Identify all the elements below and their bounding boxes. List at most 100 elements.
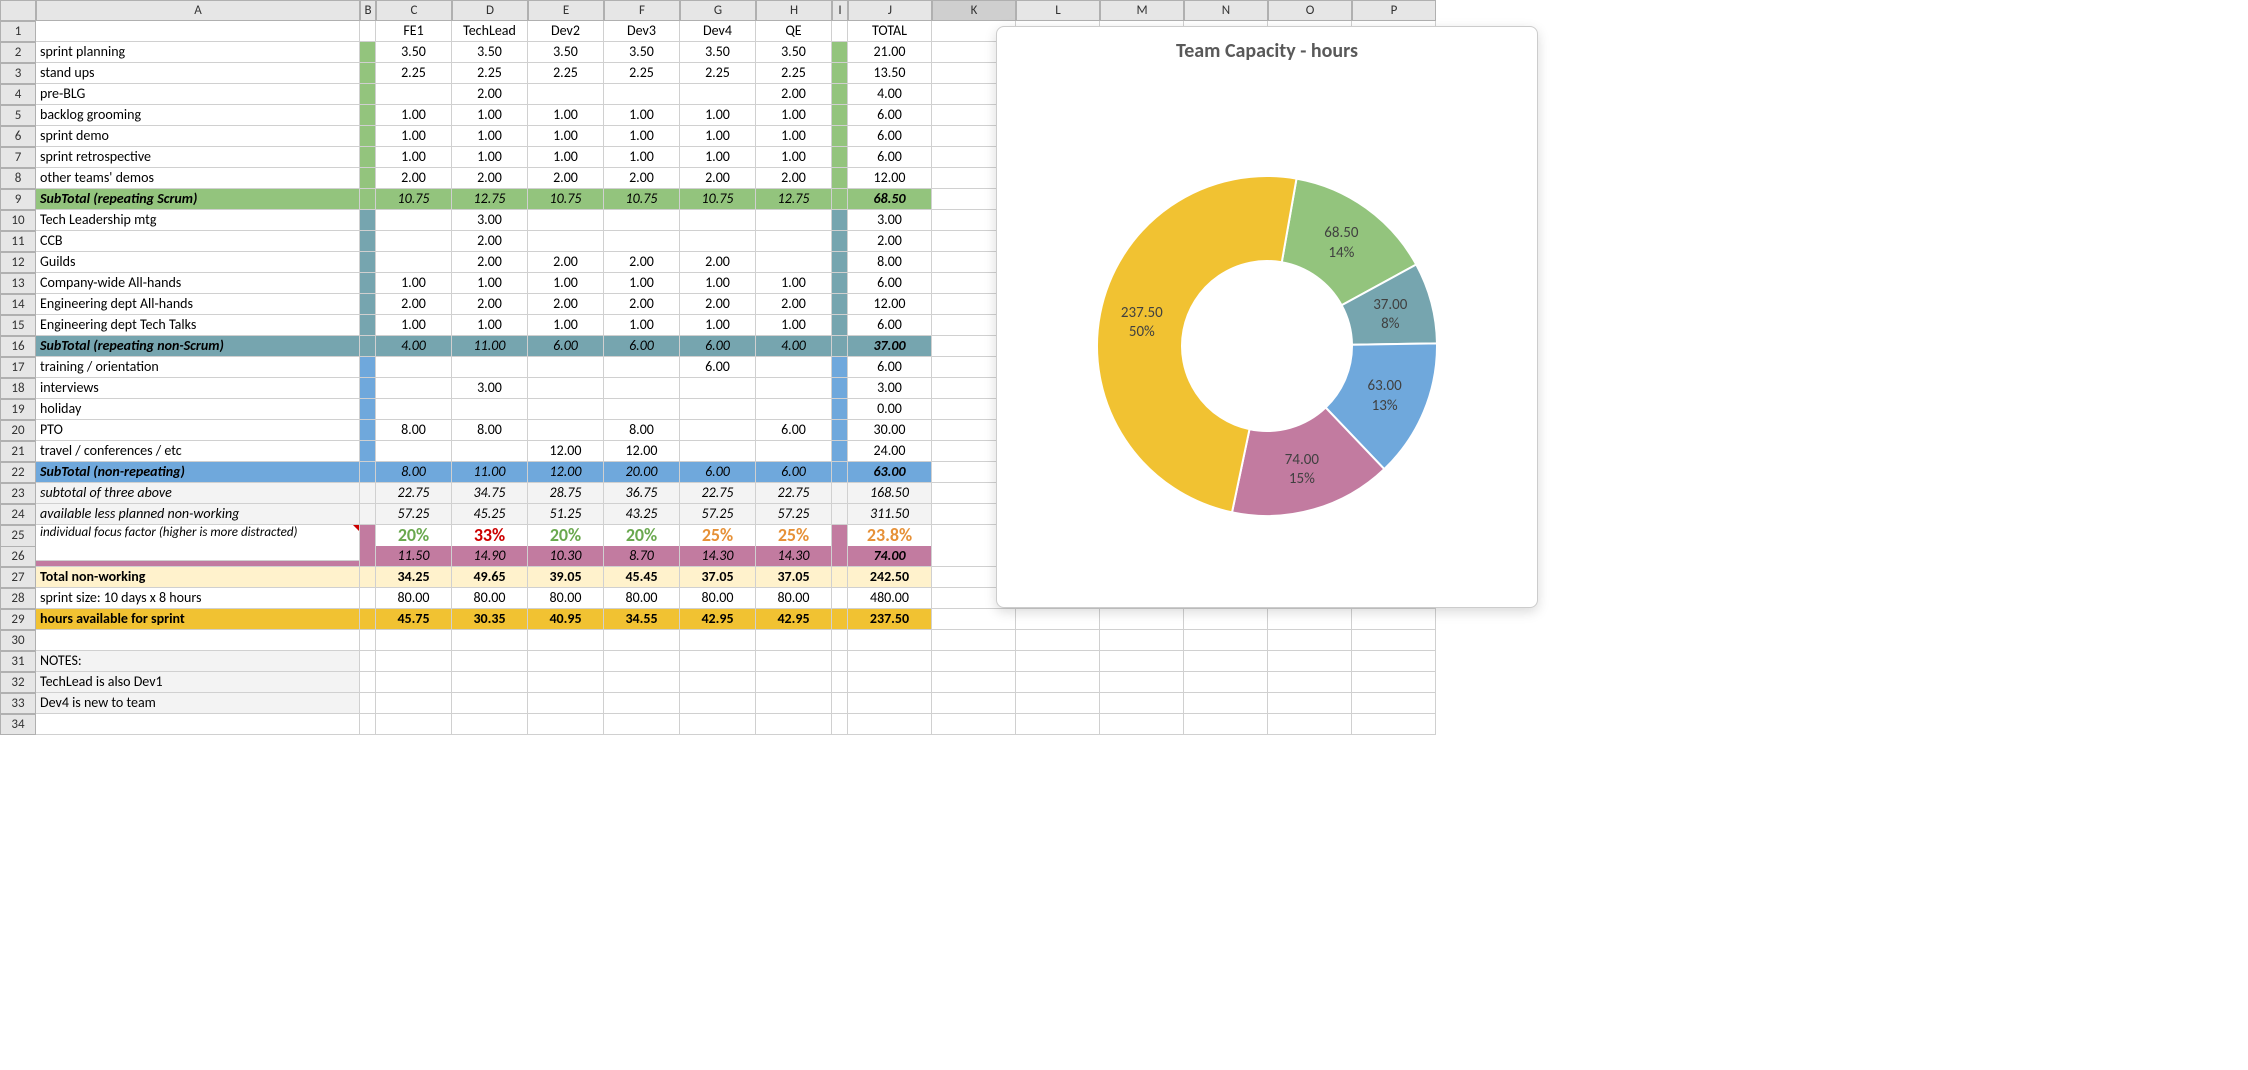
cell[interactable]: 57.25	[376, 504, 452, 525]
cell[interactable]: 34.25	[376, 567, 452, 588]
cell[interactable]: 2.25	[756, 63, 832, 84]
row-label[interactable]: available less planned non-working	[36, 504, 360, 525]
cell-total[interactable]: 3.00	[848, 210, 932, 231]
cell[interactable]: 2.25	[376, 63, 452, 84]
cell[interactable]	[756, 441, 832, 462]
row-label[interactable]: backlog grooming	[36, 105, 360, 126]
cell[interactable]	[604, 378, 680, 399]
cell[interactable]: 45.25	[452, 504, 528, 525]
col-header[interactable]: K	[932, 0, 1016, 21]
table-header[interactable]: Dev3	[604, 21, 680, 42]
cell[interactable]: 1.00	[528, 315, 604, 336]
cell[interactable]: 3.50	[604, 42, 680, 63]
cell[interactable]: 2.25	[680, 63, 756, 84]
row-label[interactable]: CCB	[36, 231, 360, 252]
cell-total[interactable]: 3.00	[848, 378, 932, 399]
cell[interactable]: 1.00	[756, 147, 832, 168]
cell[interactable]: 2.00	[680, 294, 756, 315]
cell[interactable]: 1.00	[376, 105, 452, 126]
cell[interactable]: 1.00	[376, 315, 452, 336]
col-header[interactable]: F	[604, 0, 680, 21]
cell[interactable]: 3.50	[756, 42, 832, 63]
cell[interactable]: 3.50	[680, 42, 756, 63]
cell[interactable]: 10.75	[376, 189, 452, 210]
cell[interactable]: 22.75	[756, 483, 832, 504]
cell[interactable]: 14.90	[452, 546, 528, 567]
cell[interactable]: 14.30	[680, 546, 756, 567]
col-header[interactable]: P	[1352, 0, 1436, 21]
cell[interactable]: 2.00	[604, 168, 680, 189]
cell-total[interactable]: 6.00	[848, 126, 932, 147]
cell[interactable]: 1.00	[604, 147, 680, 168]
cell[interactable]	[376, 84, 452, 105]
cell[interactable]	[604, 231, 680, 252]
cell[interactable]	[376, 231, 452, 252]
cell[interactable]	[756, 231, 832, 252]
cell[interactable]: 28.75	[528, 483, 604, 504]
col-header[interactable]: L	[1016, 0, 1100, 21]
cell[interactable]: 30.35	[452, 609, 528, 630]
cell[interactable]	[680, 378, 756, 399]
cell[interactable]: 1.00	[604, 315, 680, 336]
cell[interactable]: 80.00	[376, 588, 452, 609]
cell[interactable]: 2.00	[528, 252, 604, 273]
table-header[interactable]: TOTAL	[848, 21, 932, 42]
cell-total[interactable]: 2.00	[848, 231, 932, 252]
cell[interactable]	[756, 210, 832, 231]
cell[interactable]: 8.00	[452, 420, 528, 441]
cell[interactable]: 1.00	[528, 126, 604, 147]
cell-total[interactable]: 74.00	[848, 546, 932, 567]
cell[interactable]	[756, 378, 832, 399]
cell[interactable]: 45.45	[604, 567, 680, 588]
row-label[interactable]: travel / conferences / etc	[36, 441, 360, 462]
cell[interactable]: 80.00	[680, 588, 756, 609]
cell[interactable]: 1.00	[756, 126, 832, 147]
col-header[interactable]: C	[376, 0, 452, 21]
cell-total[interactable]: 0.00	[848, 399, 932, 420]
chart-panel[interactable]: Team Capacity - hours 68.5014%37.008%63.…	[996, 26, 1538, 608]
cell[interactable]: 2.00	[604, 294, 680, 315]
cell[interactable]: 1.00	[756, 315, 832, 336]
cell[interactable]: 6.00	[756, 420, 832, 441]
cell[interactable]: 2.00	[680, 168, 756, 189]
cell[interactable]: 2.00	[452, 84, 528, 105]
cell[interactable]	[376, 357, 452, 378]
cell-total[interactable]: 480.00	[848, 588, 932, 609]
cell-total[interactable]: 6.00	[848, 105, 932, 126]
cell-total[interactable]: 6.00	[848, 357, 932, 378]
cell[interactable]: 12.75	[756, 189, 832, 210]
cell[interactable]: 37.05	[756, 567, 832, 588]
cell[interactable]: 2.25	[604, 63, 680, 84]
cell[interactable]: 6.00	[756, 462, 832, 483]
cell[interactable]	[680, 420, 756, 441]
cell[interactable]: 1.00	[452, 315, 528, 336]
cell[interactable]: 2.00	[452, 231, 528, 252]
cell[interactable]: 42.95	[680, 609, 756, 630]
cell[interactable]: 22.75	[680, 483, 756, 504]
cell[interactable]: 1.00	[756, 273, 832, 294]
cell[interactable]	[604, 84, 680, 105]
cell[interactable]: 51.25	[528, 504, 604, 525]
row-label[interactable]: sprint size: 10 days x 8 hours	[36, 588, 360, 609]
cell[interactable]: 2.00	[528, 168, 604, 189]
col-header[interactable]: G	[680, 0, 756, 21]
cell[interactable]: 1.00	[680, 126, 756, 147]
row-label[interactable]: hours available for sprint	[36, 609, 360, 630]
cell[interactable]: 2.00	[452, 168, 528, 189]
cell[interactable]: 36.75	[604, 483, 680, 504]
cell[interactable]: 34.55	[604, 609, 680, 630]
cell[interactable]	[376, 441, 452, 462]
row-label[interactable]: Engineering dept Tech Talks	[36, 315, 360, 336]
cell[interactable]: 1.00	[376, 147, 452, 168]
col-header[interactable]: H	[756, 0, 832, 21]
cell[interactable]	[604, 357, 680, 378]
cell[interactable]: 1.00	[452, 273, 528, 294]
cell[interactable]	[756, 399, 832, 420]
cell-total[interactable]: 4.00	[848, 84, 932, 105]
row-label[interactable]: SubTotal (repeating non-Scrum)	[36, 336, 360, 357]
cell[interactable]	[528, 210, 604, 231]
cell[interactable]: 3.50	[376, 42, 452, 63]
table-header[interactable]: Dev4	[680, 21, 756, 42]
cell[interactable]	[452, 399, 528, 420]
cell[interactable]: 1.00	[452, 105, 528, 126]
